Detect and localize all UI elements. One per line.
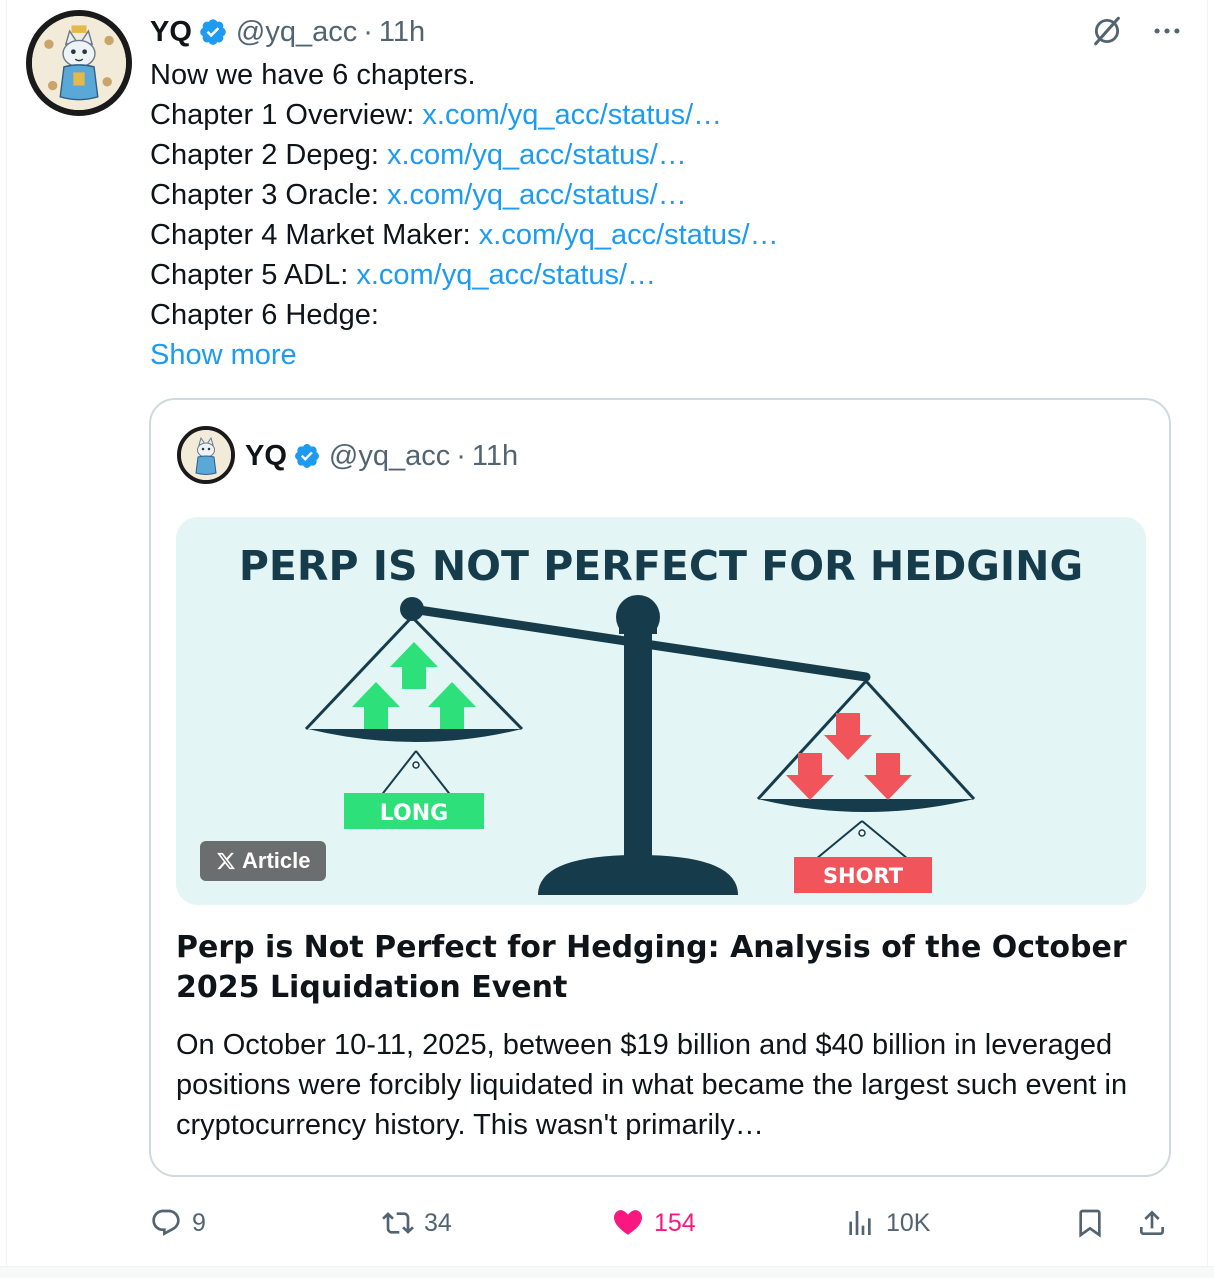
bookmark-button[interactable] [1074,1198,1106,1248]
avatar-cat-illustration [181,430,231,480]
avatar-cat-illustration [32,16,126,110]
short-tag-label: SHORT [823,864,904,888]
line-text: Chapter 3 Oracle: [150,179,387,211]
line-text: Now we have 6 chapters. [150,59,476,91]
like-icon [613,1210,643,1235]
text-line: Chapter 1 Overview: x.com/yq_acc/status/… [150,95,779,135]
quoted-author-handle[interactable]: @yq_acc [329,440,450,473]
reply-icon [152,1209,180,1236]
quoted-timestamp[interactable]: 11h [472,440,518,473]
show-more-link[interactable]: Show more [150,339,297,371]
verified-badge-icon[interactable] [198,17,228,47]
top-actions [1090,14,1184,48]
text-line: Chapter 2 Depeg: x.com/yq_acc/status/… [150,135,779,175]
author-avatar[interactable] [26,10,132,116]
tweet-header: YQ @yq_acc · 11h [150,12,425,52]
views-button[interactable]: 10K [844,1198,930,1248]
text-line: Now we have 6 chapters. [150,55,779,95]
quoted-tweet-header: YQ @yq_acc · 11h [245,436,518,476]
share-button[interactable] [1136,1198,1168,1248]
scale-pillar [624,632,652,862]
tweet-text: Now we have 6 chapters. Chapter 1 Overvi… [150,55,779,375]
next-tweet-divider [0,1266,1214,1278]
quoted-author-name[interactable]: YQ [245,440,287,473]
article-excerpt: On October 10-11, 2025, between $19 bill… [176,1029,1128,1141]
separator-dot: · [363,15,373,48]
x-logo-icon [217,852,236,870]
text-line: Chapter 4 Market Maker: x.com/yq_acc/sta… [150,215,779,255]
text-line: Chapter 3 Oracle: x.com/yq_acc/status/… [150,175,779,215]
timestamp[interactable]: 11h [379,16,425,49]
quoted-tweet-card[interactable]: YQ @yq_acc · 11h PERP IS NOT PERFECT FOR… [149,398,1171,1177]
reply-button[interactable]: 9 [150,1198,206,1248]
views-icon [849,1211,871,1235]
grok-icon[interactable] [1090,14,1124,48]
bookmark-icon [1079,1209,1101,1238]
repost-button[interactable]: 34 [382,1198,452,1248]
separator-dot: · [456,439,466,472]
reply-count: 9 [192,1208,206,1237]
verified-badge-icon[interactable] [293,442,321,470]
text-line: Chapter 6 Hedge: [150,295,779,335]
article-cover-image[interactable]: PERP IS NOT PERFECT FOR HEDGING LONG SHO… [176,517,1146,905]
action-bar: 9 34 154 10K [150,1198,1180,1248]
author-name[interactable]: YQ [150,16,192,49]
line-text: Chapter 4 Market Maker: [150,219,479,251]
quoted-author-avatar[interactable] [177,426,235,484]
repost-icon [382,1212,414,1234]
image-headline: PERP IS NOT PERFECT FOR HEDGING [239,542,1083,590]
views-count: 10K [886,1208,931,1237]
repost-count: 34 [424,1208,452,1237]
share-icon [1140,1210,1164,1235]
chapter-5-link[interactable]: x.com/yq_acc/status/… [356,259,656,291]
line-text: Chapter 6 Hedge: [150,299,379,331]
line-text: Chapter 2 Depeg: [150,139,387,171]
article-title[interactable]: Perp is Not Perfect for Hedging: Analysi… [176,928,1136,1008]
more-icon[interactable] [1150,14,1184,48]
line-text: Chapter 1 Overview: [150,99,423,131]
line-text: Chapter 5 ADL: [150,259,357,291]
chapter-1-link[interactable]: x.com/yq_acc/status/… [422,99,722,131]
long-tag-label: LONG [380,801,448,826]
chapter-4-link[interactable]: x.com/yq_acc/status/… [479,219,779,251]
chapter-3-link[interactable]: x.com/yq_acc/status/… [387,179,687,211]
scale-top-block [619,612,657,634]
show-more-line: Show more [150,335,779,375]
article-badge: Article [200,841,327,881]
text-line: Chapter 5 ADL: x.com/yq_acc/status/… [150,255,779,295]
author-handle[interactable]: @yq_acc [236,16,357,49]
like-button[interactable]: 154 [612,1198,696,1248]
like-count: 154 [654,1208,696,1237]
chapter-2-link[interactable]: x.com/yq_acc/status/… [387,139,687,171]
article-badge-label: Article [242,848,311,873]
